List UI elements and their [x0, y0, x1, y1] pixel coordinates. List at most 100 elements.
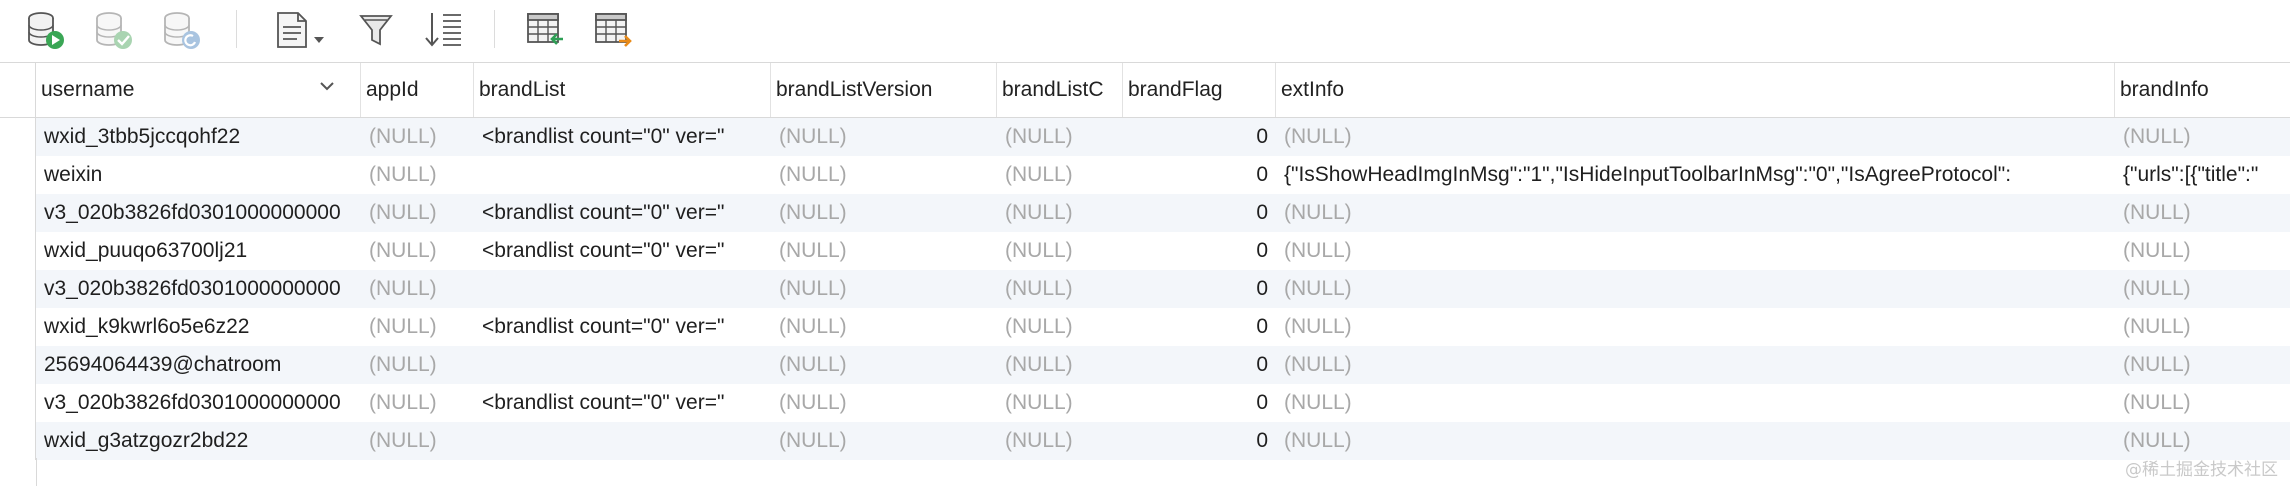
- column-header-brandflag[interactable]: brandFlag: [1123, 63, 1276, 117]
- cell-extinfo[interactable]: (NULL): [1276, 194, 2115, 232]
- table-row[interactable]: wxid_puuqo63700lj21 (NULL) <brandlist coun…: [0, 232, 2290, 270]
- cell-brandinfo[interactable]: (NULL): [2115, 232, 2290, 270]
- cell-brandlistversion[interactable]: (NULL): [771, 346, 997, 384]
- cell-brandflag[interactable]: 0: [1123, 194, 1276, 232]
- cell-brandflag[interactable]: 0: [1123, 346, 1276, 384]
- cell-brandlistc[interactable]: (NULL): [997, 194, 1123, 232]
- cell-brandlist[interactable]: [474, 270, 771, 308]
- cell-brandlistversion[interactable]: (NULL): [771, 232, 997, 270]
- cell-username[interactable]: weixin: [36, 156, 361, 194]
- cell-brandlistc[interactable]: (NULL): [997, 346, 1123, 384]
- text-view-button[interactable]: [270, 6, 330, 54]
- cell-appid[interactable]: (NULL): [361, 422, 474, 460]
- cell-username[interactable]: v3_020b3826fd0301000000000: [36, 194, 361, 232]
- cell-brandlistc[interactable]: (NULL): [997, 156, 1123, 194]
- cell-brandflag[interactable]: 0: [1123, 384, 1276, 422]
- import-button[interactable]: [522, 6, 570, 54]
- cell-brandlistversion[interactable]: (NULL): [771, 118, 997, 156]
- execute-button[interactable]: [22, 6, 70, 54]
- row-gutter[interactable]: [0, 232, 36, 270]
- cell-brandflag[interactable]: 0: [1123, 118, 1276, 156]
- row-gutter[interactable]: [0, 422, 36, 460]
- row-gutter[interactable]: [0, 346, 36, 384]
- row-gutter[interactable]: [0, 156, 36, 194]
- cell-brandlistc[interactable]: (NULL): [997, 384, 1123, 422]
- cell-appid[interactable]: (NULL): [361, 384, 474, 422]
- column-header-appid[interactable]: appId: [361, 63, 474, 117]
- cell-appid[interactable]: (NULL): [361, 156, 474, 194]
- cell-username[interactable]: wxid_3tbb5jccqohf22: [36, 118, 361, 156]
- cell-extinfo[interactable]: (NULL): [1276, 308, 2115, 346]
- cell-brandlistversion[interactable]: (NULL): [771, 308, 997, 346]
- cell-brandlist[interactable]: [474, 156, 771, 194]
- cell-appid[interactable]: (NULL): [361, 194, 474, 232]
- table-row[interactable]: v3_020b3826fd0301000000000 (NULL) <brandli…: [0, 384, 2290, 422]
- cell-brandlistc[interactable]: (NULL): [997, 118, 1123, 156]
- cell-brandinfo[interactable]: (NULL): [2115, 270, 2290, 308]
- column-header-username[interactable]: username: [36, 63, 361, 117]
- cell-brandinfo[interactable]: (NULL): [2115, 384, 2290, 422]
- table-row[interactable]: wxid_g3atzgozr2bd22 (NULL) (NULL) (NULL) 0 (N…: [0, 422, 2290, 460]
- cell-brandflag[interactable]: 0: [1123, 422, 1276, 460]
- cell-brandlistc[interactable]: (NULL): [997, 422, 1123, 460]
- cell-brandlist[interactable]: <brandlist count="0" ver=": [474, 232, 771, 270]
- filter-button[interactable]: [352, 6, 400, 54]
- cell-brandinfo[interactable]: (NULL): [2115, 194, 2290, 232]
- row-gutter[interactable]: [0, 194, 36, 232]
- cell-brandflag[interactable]: 0: [1123, 270, 1276, 308]
- table-row[interactable]: v3_020b3826fd0301000000000 (NULL) <brandli…: [0, 194, 2290, 232]
- cell-appid[interactable]: (NULL): [361, 232, 474, 270]
- commit-button[interactable]: [90, 6, 138, 54]
- cell-extinfo[interactable]: (NULL): [1276, 346, 2115, 384]
- cell-brandflag[interactable]: 0: [1123, 308, 1276, 346]
- cell-brandlist[interactable]: <brandlist count="0" ver=": [474, 118, 771, 156]
- cell-username[interactable]: 25694064439@chatroom: [36, 346, 361, 384]
- cell-brandlist[interactable]: [474, 422, 771, 460]
- cell-brandinfo[interactable]: (NULL): [2115, 308, 2290, 346]
- cell-appid[interactable]: (NULL): [361, 270, 474, 308]
- sort-button[interactable]: [420, 6, 468, 54]
- cell-username[interactable]: v3_020b3826fd0301000000000: [36, 270, 361, 308]
- cell-brandlistversion[interactable]: (NULL): [771, 384, 997, 422]
- cell-extinfo[interactable]: (NULL): [1276, 232, 2115, 270]
- cell-username[interactable]: wxid_puuqo63700lj21: [36, 232, 361, 270]
- cell-brandlistversion[interactable]: (NULL): [771, 194, 997, 232]
- cell-appid[interactable]: (NULL): [361, 308, 474, 346]
- cell-brandlistversion[interactable]: (NULL): [771, 270, 997, 308]
- chevron-down-icon[interactable]: [318, 77, 336, 95]
- cell-brandinfo[interactable]: (NULL): [2115, 118, 2290, 156]
- column-header-brandinfo[interactable]: brandInfo: [2115, 63, 2290, 117]
- cell-brandlistc[interactable]: (NULL): [997, 270, 1123, 308]
- export-button[interactable]: [590, 6, 638, 54]
- cell-brandlistversion[interactable]: (NULL): [771, 156, 997, 194]
- cell-brandflag[interactable]: 0: [1123, 232, 1276, 270]
- cell-brandlist[interactable]: <brandlist count="0" ver=": [474, 308, 771, 346]
- cell-appid[interactable]: (NULL): [361, 346, 474, 384]
- table-row[interactable]: weixin (NULL) (NULL) (NULL) 0 {"IsShowHeadImg…: [0, 156, 2290, 194]
- cell-appid[interactable]: (NULL): [361, 118, 474, 156]
- cell-extinfo[interactable]: (NULL): [1276, 422, 2115, 460]
- cell-username[interactable]: v3_020b3826fd0301000000000: [36, 384, 361, 422]
- cell-brandinfo[interactable]: (NULL): [2115, 346, 2290, 384]
- cell-brandinfo[interactable]: {"urls":[{"title":": [2115, 156, 2290, 194]
- cell-extinfo[interactable]: {"IsShowHeadImgInMsg":"1","IsHideInputTo…: [1276, 156, 2115, 194]
- cell-brandlist[interactable]: [474, 346, 771, 384]
- cell-brandlist[interactable]: <brandlist count="0" ver=": [474, 384, 771, 422]
- rollback-button[interactable]: [158, 6, 206, 54]
- cell-extinfo[interactable]: (NULL): [1276, 384, 2115, 422]
- column-header-brandlist[interactable]: brandList: [474, 63, 771, 117]
- cell-username[interactable]: wxid_g3atzgozr2bd22: [36, 422, 361, 460]
- table-row[interactable]: wxid_k9kwrl6o5e6z22 (NULL) <brandlist coun…: [0, 308, 2290, 346]
- cell-brandflag[interactable]: 0: [1123, 156, 1276, 194]
- cell-brandlistc[interactable]: (NULL): [997, 232, 1123, 270]
- table-row[interactable]: wxid_3tbb5jccqohf22 (NULL) <brandlist coun…: [0, 118, 2290, 156]
- row-gutter[interactable]: [0, 270, 36, 308]
- table-row[interactable]: v3_020b3826fd0301000000000 (NULL) (NULL) (N…: [0, 270, 2290, 308]
- row-gutter[interactable]: [0, 118, 36, 156]
- cell-username[interactable]: wxid_k9kwrl6o5e6z22: [36, 308, 361, 346]
- column-header-brandlistversion[interactable]: brandListVersion: [771, 63, 997, 117]
- row-gutter[interactable]: [0, 308, 36, 346]
- row-gutter[interactable]: [0, 384, 36, 422]
- column-header-extinfo[interactable]: extInfo: [1276, 63, 2115, 117]
- table-row[interactable]: 25694064439@chatroom (NULL) (NULL) (NULL) 0(…: [0, 346, 2290, 384]
